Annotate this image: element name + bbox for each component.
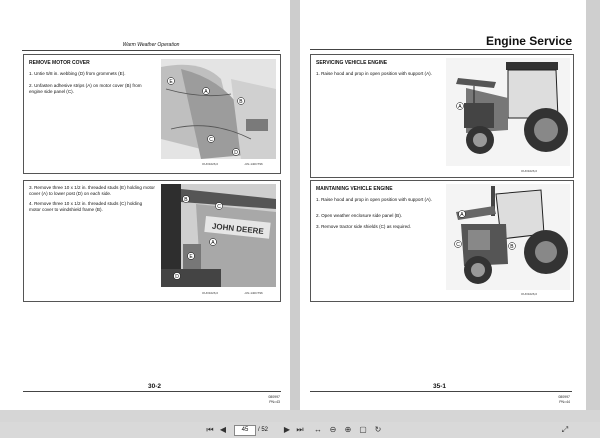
figure-id: -UN-140CT96: [244, 291, 263, 295]
section-title: Engine Service: [310, 34, 572, 50]
svg-text:D: D: [175, 274, 179, 280]
footer-code: 080997: [558, 395, 570, 399]
step-text: 1. Untie 5/8 in. webbing (D) from gromme…: [29, 71, 126, 76]
figure-id: OUO1026,0: [202, 162, 219, 166]
first-page-icon[interactable]: ⏮: [205, 425, 215, 435]
motor-cover-studs-photo: JOHN DEERE A B C D E: [161, 184, 276, 287]
zoom-out-icon[interactable]: ⊖: [328, 425, 338, 435]
last-page-icon[interactable]: ⏭: [295, 425, 305, 435]
step-text: 1. Raise hood and prop in open position …: [316, 197, 432, 202]
left-page: Warm Weather Operation REMOVE MOTOR COVE…: [0, 0, 290, 410]
running-head: Warm Weather Operation: [22, 42, 280, 51]
step-text: 2. Unfasten adhesive strips (A) on motor…: [29, 83, 142, 94]
tractor-hood-open-photo: A: [446, 58, 570, 166]
procedure-box-remove-studs: 3. Remove three 10 x 1/2 in. threaded st…: [23, 180, 281, 302]
page-total: / 52: [258, 427, 269, 433]
step-text: 3. Remove tractor side shields (C) as re…: [316, 224, 411, 229]
page-number: 30-2: [148, 383, 162, 390]
svg-text:C: C: [209, 137, 213, 143]
footer-rule: [23, 391, 281, 392]
fit-width-icon[interactable]: ↔: [313, 425, 323, 435]
page-number-input[interactable]: 45: [234, 424, 256, 436]
procedure-title: REMOVE MOTOR COVER: [29, 60, 90, 66]
footer-code: PN=43: [269, 400, 280, 404]
footer-rule: [310, 391, 572, 392]
svg-text:C: C: [456, 242, 460, 248]
fit-page-icon[interactable]: ▢: [358, 425, 368, 435]
procedure-box-servicing-engine: SERVICING VEHICLE ENGINE 1. Raise hood a…: [310, 54, 574, 178]
procedure-title: MAINTAINING VEHICLE ENGINE: [316, 186, 393, 192]
prev-page-icon[interactable]: ◀: [218, 425, 228, 435]
step-text: 2. Open weather enclosure side panel (B)…: [316, 213, 403, 218]
footer-code: PN=44: [559, 400, 570, 404]
step-text: 1. Raise hood and prop in open position …: [316, 71, 432, 76]
next-page-icon[interactable]: ▶: [282, 425, 292, 435]
figure-id: OUO1026,0: [202, 291, 219, 295]
expand-icon[interactable]: ⤢: [560, 425, 570, 435]
svg-text:D: D: [234, 150, 238, 156]
tractor-side-panel-photo: A B C: [446, 184, 570, 290]
motor-cover-photo: A B C D E: [161, 59, 276, 159]
rotate-icon[interactable]: ↻: [373, 425, 383, 435]
figure-id: OUO1026,0: [521, 292, 538, 296]
step-text: 4. Remove three 10 x 1/2 in. threaded st…: [29, 201, 143, 212]
page-number: 35-1: [433, 383, 447, 390]
zoom-in-icon[interactable]: ⊕: [343, 425, 353, 435]
footer-code: 080997: [268, 395, 280, 399]
figure-id: OUO1026,0: [521, 169, 538, 173]
procedure-box-maintaining-engine: MAINTAINING VEHICLE ENGINE 1. Raise hood…: [310, 180, 574, 302]
page-gap: [290, 0, 300, 410]
viewer-toolbar: ⏮ ◀ 45 / 52 ▶ ⏭ ↔ ⊖ ⊕ ▢ ↻ ⤢: [0, 422, 600, 438]
step-text: 3. Remove three 10 x 1/2 in. threaded st…: [29, 185, 155, 196]
figure-id: -UN-140CT96: [244, 162, 263, 166]
right-page: Engine Service SERVICING VEHICLE ENGINE …: [300, 0, 586, 410]
procedure-title: SERVICING VEHICLE ENGINE: [316, 60, 388, 66]
viewer-margin: [586, 0, 600, 410]
svg-text:C: C: [217, 204, 221, 210]
procedure-box-remove-motor-cover: REMOVE MOTOR COVER 1. Untie 5/8 in. webb…: [23, 54, 281, 174]
